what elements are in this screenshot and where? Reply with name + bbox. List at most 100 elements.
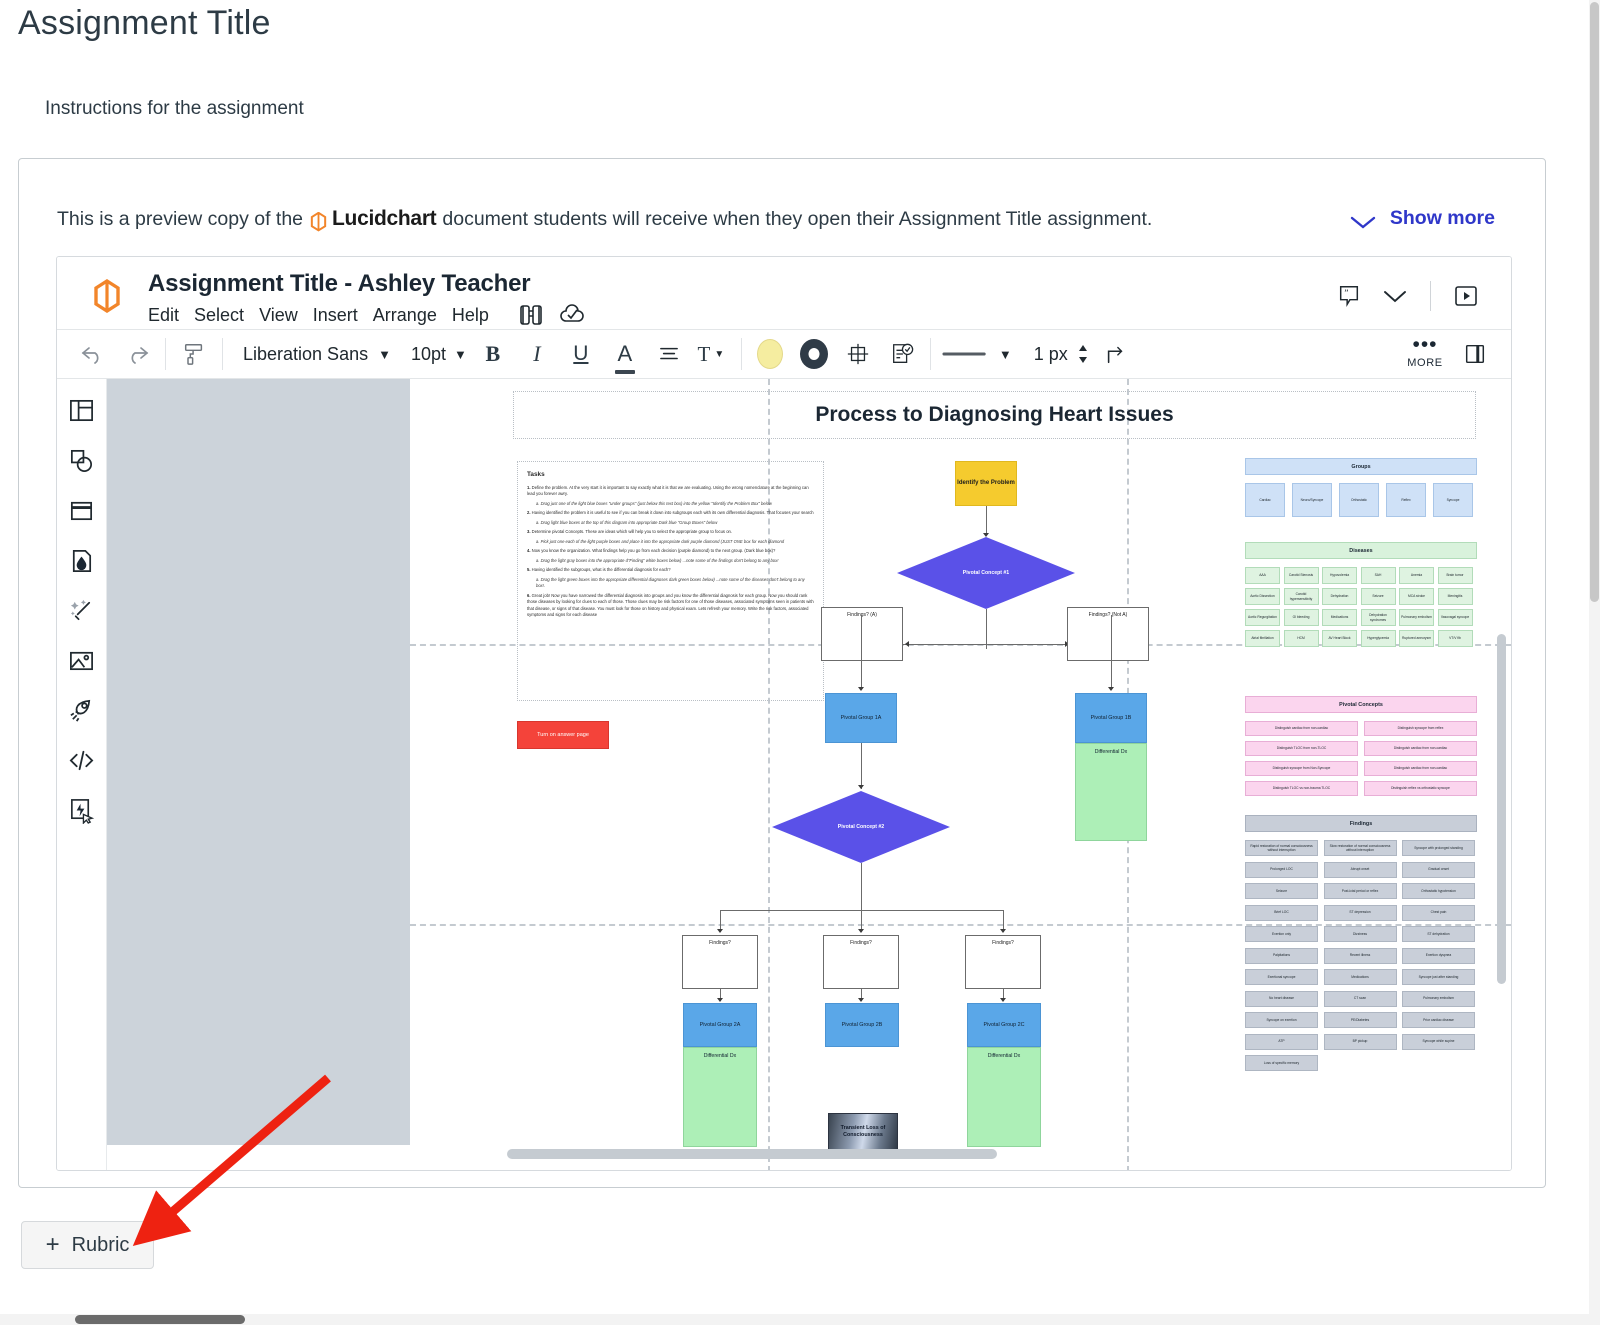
font-family-select[interactable]: Liberation Sans xyxy=(229,344,374,365)
rocket-icon[interactable] xyxy=(65,693,99,727)
chip-findings[interactable]: Orthostatic hypotension xyxy=(1402,883,1475,899)
ink-document-icon[interactable] xyxy=(65,543,99,577)
container-icon[interactable] xyxy=(65,493,99,527)
chip-pivotal_concepts[interactable]: Distinguish cardiac from non-cardiac xyxy=(1245,721,1358,736)
node-differential-1b[interactable]: Differential Dx xyxy=(1075,743,1147,841)
chip-diseases[interactable]: AAA xyxy=(1245,567,1280,584)
chip-findings[interactable]: No heart disease xyxy=(1245,990,1318,1007)
node-pivotal-group-1b[interactable]: Pivotal Group 1B xyxy=(1075,693,1147,743)
font-color-button[interactable]: A xyxy=(603,332,647,376)
node-findings-not-a[interactable]: Findings? (Not A) xyxy=(1067,607,1149,661)
canvas-horizontal-scrollbar[interactable] xyxy=(507,1149,997,1159)
node-findings-2a[interactable]: Findings? xyxy=(682,935,758,989)
chip-pivotal_concepts[interactable]: Distinguish cardiac from non-cardiac xyxy=(1364,761,1477,776)
chip-groups[interactable]: Neuro/Syncope xyxy=(1292,483,1332,517)
layout-panel-icon[interactable] xyxy=(65,393,99,427)
chip-diseases[interactable]: Aortic Regurgitation xyxy=(1245,609,1280,626)
chip-findings[interactable]: ATP xyxy=(1245,1033,1318,1050)
font-size-caret-icon[interactable]: ▼ xyxy=(450,347,471,362)
node-pivotal-group-2b[interactable]: Pivotal Group 2B xyxy=(825,1003,899,1047)
chip-diseases[interactable]: Dehydration syndromes xyxy=(1360,609,1396,626)
chip-diseases[interactable]: MCA stroke xyxy=(1399,588,1434,605)
fill-color-swatch[interactable] xyxy=(748,332,792,376)
menu-edit[interactable]: Edit xyxy=(148,305,194,326)
diagram-title-shape[interactable]: Process to Diagnosing Heart Issues xyxy=(513,391,1476,439)
chip-diseases[interactable]: Seizure xyxy=(1360,588,1396,605)
chip-pivotal_concepts[interactable]: Distinguish syncope from reflex xyxy=(1364,721,1477,736)
chip-findings[interactable]: PE/Diabetes xyxy=(1323,1012,1397,1028)
chip-groups[interactable]: Cardiac xyxy=(1245,483,1285,517)
chip-findings[interactable]: Palpitations xyxy=(1245,947,1318,964)
tasks-text-block[interactable]: Tasks 1. Define the problem. At the very… xyxy=(517,461,824,701)
chip-diseases[interactable]: AV Heart Block xyxy=(1322,630,1357,647)
node-identify-problem[interactable]: Identify the Problem xyxy=(955,461,1017,506)
align-icon[interactable] xyxy=(647,332,691,376)
chip-findings[interactable]: BP pickup xyxy=(1323,1033,1397,1050)
chip-diseases[interactable]: Medications xyxy=(1322,609,1357,626)
chip-diseases[interactable]: Aortic Dissection xyxy=(1245,588,1280,605)
redo-icon[interactable] xyxy=(115,332,159,376)
menu-view[interactable]: View xyxy=(259,305,313,326)
more-options-button[interactable]: ••• MORE xyxy=(1397,334,1453,369)
page-vertical-scrollbar-track[interactable] xyxy=(1589,0,1600,1325)
chip-findings[interactable]: Exertion dyspnea xyxy=(1402,947,1475,964)
chip-diseases[interactable]: Meningitis xyxy=(1437,588,1473,605)
chip-diseases[interactable]: Carotid Stenosis xyxy=(1283,567,1319,584)
node-findings-a[interactable]: Findings? (A) xyxy=(821,607,903,661)
border-color-swatch[interactable] xyxy=(792,332,836,376)
chip-groups[interactable]: Orthostatic xyxy=(1339,483,1379,517)
image-icon[interactable] xyxy=(65,643,99,677)
font-family-caret-icon[interactable]: ▼ xyxy=(374,347,395,362)
chip-diseases[interactable]: Brain tumor xyxy=(1437,567,1473,584)
notes-check-icon[interactable] xyxy=(880,332,924,376)
chip-diseases[interactable]: Vasovagal syncope xyxy=(1437,609,1473,626)
paint-roller-icon[interactable] xyxy=(172,332,216,376)
node-pivotal-group-1a[interactable]: Pivotal Group 1A xyxy=(825,693,897,743)
chip-pivotal_concepts[interactable]: Distinguish reflex vs orthostatic syncop… xyxy=(1364,781,1477,796)
chip-findings[interactable]: Rapid restoration of normal consciousnes… xyxy=(1245,840,1318,856)
chip-diseases[interactable]: Atrial fibrillation xyxy=(1245,630,1280,647)
line-width-stepper[interactable] xyxy=(1072,332,1094,376)
undo-icon[interactable] xyxy=(71,332,115,376)
turn-on-answer-page-button[interactable]: Turn on answer page xyxy=(517,721,609,749)
comment-icon[interactable]: ” xyxy=(1326,279,1372,313)
chip-diseases[interactable]: Ruptured aneurysm xyxy=(1399,630,1434,647)
chip-findings[interactable]: CT scan xyxy=(1323,990,1397,1007)
node-pivotal-group-2c[interactable]: Pivotal Group 2C xyxy=(967,1003,1041,1047)
chip-findings[interactable]: Syncope with prolonged standing xyxy=(1402,840,1475,856)
chip-findings[interactable]: Prior cardiac disease xyxy=(1402,1012,1475,1028)
node-findings-2c[interactable]: Findings? xyxy=(965,935,1041,989)
line-style-icon[interactable] xyxy=(937,332,995,376)
chip-findings[interactable]: Prolonged LOC xyxy=(1245,861,1318,878)
menu-insert[interactable]: Insert xyxy=(313,305,373,326)
chip-pivotal_concepts[interactable]: Distinguish syncope from Non-Syncope xyxy=(1245,761,1358,776)
canvas-vertical-scrollbar[interactable] xyxy=(1497,634,1506,984)
chevron-down-icon[interactable] xyxy=(1372,279,1418,313)
page-horizontal-scrollbar-thumb[interactable] xyxy=(75,1315,245,1324)
bank-header-findings[interactable]: Findings xyxy=(1245,815,1477,832)
chip-diseases[interactable]: VT/V fib xyxy=(1437,630,1473,647)
right-panel-icon[interactable] xyxy=(1453,332,1497,376)
chip-findings[interactable]: Seizure xyxy=(1245,883,1318,899)
menu-select[interactable]: Select xyxy=(194,305,259,326)
magic-wand-icon[interactable] xyxy=(65,593,99,627)
node-pivotal-group-2a[interactable]: Pivotal Group 2A xyxy=(683,1003,757,1047)
show-more-toggle[interactable]: Show more xyxy=(1350,207,1495,230)
italic-button[interactable]: I xyxy=(515,332,559,376)
chip-pivotal_concepts[interactable]: Distinguish cardiac from non-cardiac xyxy=(1364,741,1477,756)
chip-findings[interactable]: Brief LOC xyxy=(1245,904,1318,921)
present-icon[interactable] xyxy=(1443,279,1489,313)
bank-header-groups[interactable]: Groups xyxy=(1245,458,1477,475)
chip-findings[interactable]: Dizziness xyxy=(1323,926,1397,942)
chip-diseases[interactable]: SAH xyxy=(1360,567,1396,584)
diagram-canvas[interactable]: Process to Diagnosing Heart Issues Tasks… xyxy=(107,379,1511,1170)
node-pivotal-concept-1[interactable]: Pivotal Concept #1 xyxy=(897,537,1075,609)
text-options-button[interactable]: T ▼ xyxy=(691,332,735,376)
chip-findings[interactable]: ST dehydration xyxy=(1402,926,1475,942)
shape-bounds-icon[interactable] xyxy=(836,332,880,376)
node-transient-loss-consciousness[interactable]: Transient Loss of Consciousness xyxy=(828,1113,898,1151)
chip-findings[interactable]: Medications xyxy=(1323,969,1397,985)
chip-findings[interactable]: Exertion only xyxy=(1245,926,1318,942)
chip-findings[interactable]: Pulmonary embolism xyxy=(1402,990,1475,1007)
chip-findings[interactable]: Post-ictal period or reflex xyxy=(1323,883,1397,899)
